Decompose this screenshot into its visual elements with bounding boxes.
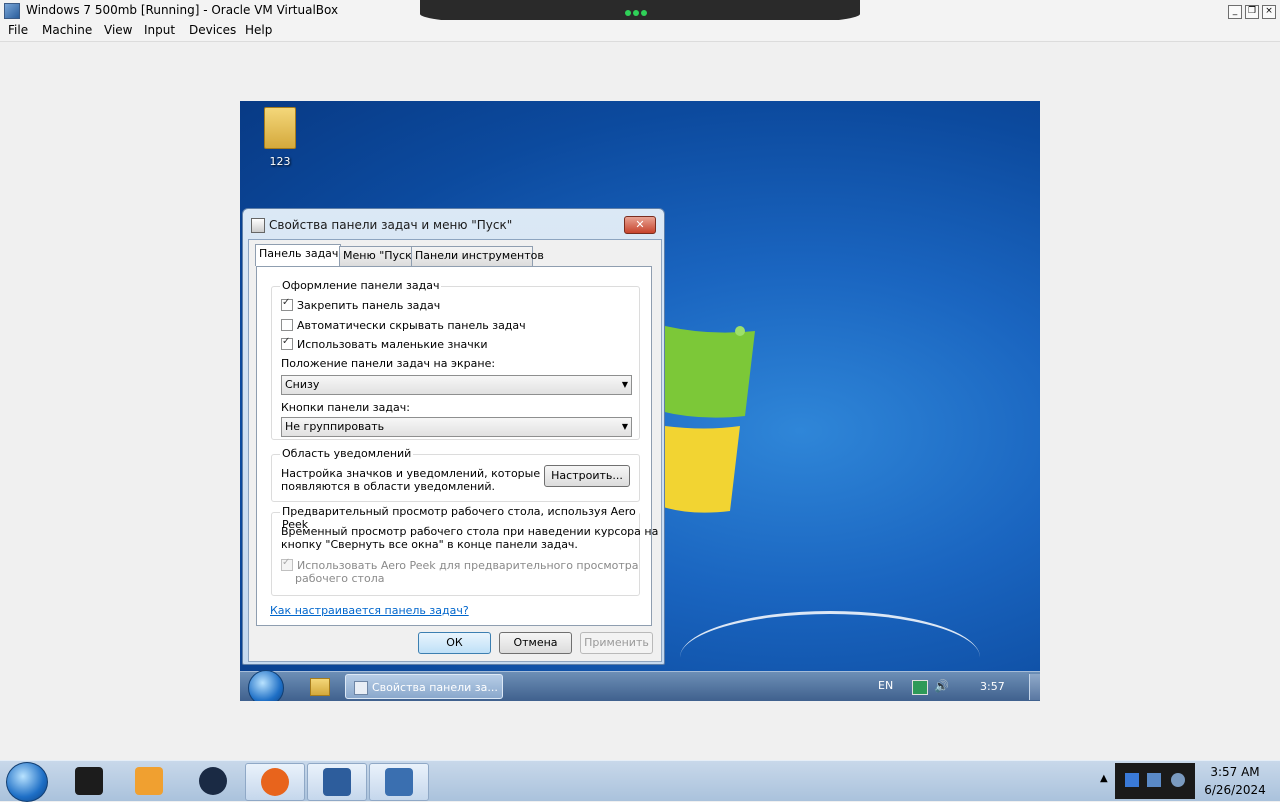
aero-peek-text-line2: кнопку "Свернуть все окна" в конце панел… (281, 538, 578, 551)
group-title: Оформление панели задач (280, 279, 442, 292)
desktop-icon-label: 123 (269, 155, 291, 168)
taskbar-app-globe[interactable] (184, 763, 242, 799)
cancel-button[interactable]: Отмена (499, 632, 572, 654)
menu-machine[interactable]: Machine (42, 23, 92, 37)
tray-network-icon[interactable] (1171, 773, 1185, 787)
aero-peek-group: Предварительный просмотр рабочего стола,… (271, 505, 658, 596)
restore-button[interactable]: ❐ (1245, 5, 1259, 19)
windows7-vm-icon (385, 768, 413, 796)
minimize-button[interactable]: _ (1228, 5, 1242, 19)
host-system-tray (1115, 763, 1195, 799)
ok-button[interactable]: ОК (418, 632, 491, 654)
virtualbox-icon (323, 768, 351, 796)
tray-display-icon[interactable] (1147, 773, 1161, 787)
select-value: Снизу (285, 378, 320, 391)
vm-task-taskbar-properties[interactable]: Свойства панели за... (345, 674, 503, 699)
virtualbox-app-icon (4, 3, 20, 19)
chevron-down-icon: ▼ (621, 422, 628, 431)
group-title: Область уведомлений (280, 447, 414, 460)
aero-peek-checkbox: Использовать Aero Peek для предварительн… (281, 557, 639, 572)
taskbar-app-windows7-vm[interactable] (369, 763, 429, 801)
folder-icon (264, 107, 296, 149)
taskbar-app-virtualbox[interactable] (307, 763, 367, 801)
checkbox-box[interactable] (281, 319, 293, 331)
checkbox-box (281, 557, 293, 571)
host-window-title: Windows 7 500mb [Running] - Oracle VM Vi… (26, 3, 339, 17)
language-indicator[interactable]: EN (878, 679, 893, 692)
taskbar-app-terminal[interactable] (60, 763, 118, 799)
host-clock-date[interactable]: 6/26/2024 (1200, 783, 1270, 797)
tab-start-menu[interactable]: Меню "Пуск" (339, 246, 417, 266)
menu-file[interactable]: File (8, 23, 28, 37)
desktop-folder-123[interactable]: 123 (255, 107, 305, 168)
position-label: Положение панели задач на экране: (281, 357, 496, 370)
dialog-close-button[interactable]: ✕ (624, 216, 656, 234)
buttons-label: Кнопки панели задач: (281, 401, 410, 414)
globe-icon (199, 767, 227, 795)
dialog-body: Панель задач Меню "Пуск" Панели инструме… (248, 239, 662, 662)
chevron-up-icon[interactable]: ▲ (1100, 773, 1108, 784)
notification-text-line2: появляются в области уведомлений. (281, 480, 496, 493)
taskbar-properties-dialog: Свойства панели задач и меню "Пуск" ✕ Па… (242, 208, 665, 665)
checkbox-box[interactable] (281, 297, 293, 311)
vm-clock[interactable]: 3:57 (980, 680, 1005, 693)
checkbox-box[interactable] (281, 336, 293, 350)
notification-area-group: Область уведомлений Настройка значков и … (271, 447, 640, 502)
tab-toolbars[interactable]: Панели инструментов (411, 246, 544, 266)
taskbar-app-media-player[interactable] (120, 763, 178, 799)
checkbox-label: Закрепить панель задач (297, 299, 441, 312)
vm-start-button[interactable] (248, 670, 284, 701)
checkbox-label: Использовать маленькие значки (297, 338, 488, 351)
media-player-icon (135, 767, 163, 795)
small-icons-checkbox[interactable]: Использовать маленькие значки (281, 336, 488, 351)
vm-screen[interactable]: 123 Свойства панели задач и меню "Пуск" … (240, 101, 1040, 701)
aero-peek-checkbox-label-line2: рабочего стола (295, 572, 385, 585)
lock-taskbar-checkbox[interactable]: Закрепить панель задач (281, 297, 441, 312)
checkbox-label: Использовать Aero Peek для предварительн… (297, 559, 639, 572)
tab-taskbar[interactable]: Панель задач (255, 244, 341, 266)
position-select[interactable]: Снизу ▼ (281, 375, 632, 395)
host-start-button[interactable] (6, 762, 48, 802)
buttons-select[interactable]: Не группировать ▼ (281, 417, 632, 437)
network-icon[interactable] (912, 680, 928, 695)
firefox-icon (261, 768, 289, 796)
host-menubar: File Machine View Input Devices Help (0, 20, 1280, 42)
taskbar-appearance-group: Оформление панели задач Закрепить панель… (271, 279, 640, 440)
notification-text-line1: Настройка значков и уведомлений, которые (281, 467, 541, 480)
menu-view[interactable]: View (104, 23, 132, 37)
taskbar-app-firefox[interactable] (245, 763, 305, 801)
terminal-icon (75, 767, 103, 795)
dialog-icon (251, 218, 265, 233)
menu-devices[interactable]: Devices (189, 23, 236, 37)
autohide-checkbox[interactable]: Автоматически скрывать панель задач (281, 319, 526, 332)
windows-logo-wallpaper (660, 326, 755, 513)
select-value: Не группировать (285, 420, 385, 433)
close-button[interactable]: × (1262, 5, 1276, 19)
show-desktop-button[interactable] (1029, 674, 1040, 700)
vm-taskbar: Свойства панели за... EN 🔊 3:57 (240, 670, 1040, 701)
explorer-icon[interactable] (310, 678, 330, 696)
checkbox-label: Автоматически скрывать панель задач (297, 319, 526, 332)
help-link[interactable]: Как настраивается панель задач? (270, 604, 469, 617)
chevron-down-icon: ▼ (621, 380, 628, 389)
apply-button[interactable]: Применить (580, 632, 653, 654)
volume-icon[interactable]: 🔊 (934, 679, 949, 693)
tab-panel: Оформление панели задач Закрепить панель… (256, 266, 658, 626)
tray-app-icon[interactable] (1125, 773, 1139, 787)
host-taskbar: ▲ 3:57 AM 6/26/2024 (0, 760, 1280, 802)
dialog-title: Свойства панели задач и меню "Пуск" (269, 218, 513, 232)
host-clock-time[interactable]: 3:57 AM (1200, 765, 1270, 779)
menu-help[interactable]: Help (245, 23, 272, 37)
menu-input[interactable]: Input (144, 23, 175, 37)
host-title-bar: Windows 7 500mb [Running] - Oracle VM Vi… (0, 0, 1280, 28)
aero-peek-text-line1: Временный просмотр рабочего стола при на… (281, 525, 659, 538)
customize-button[interactable]: Настроить... (544, 465, 630, 487)
